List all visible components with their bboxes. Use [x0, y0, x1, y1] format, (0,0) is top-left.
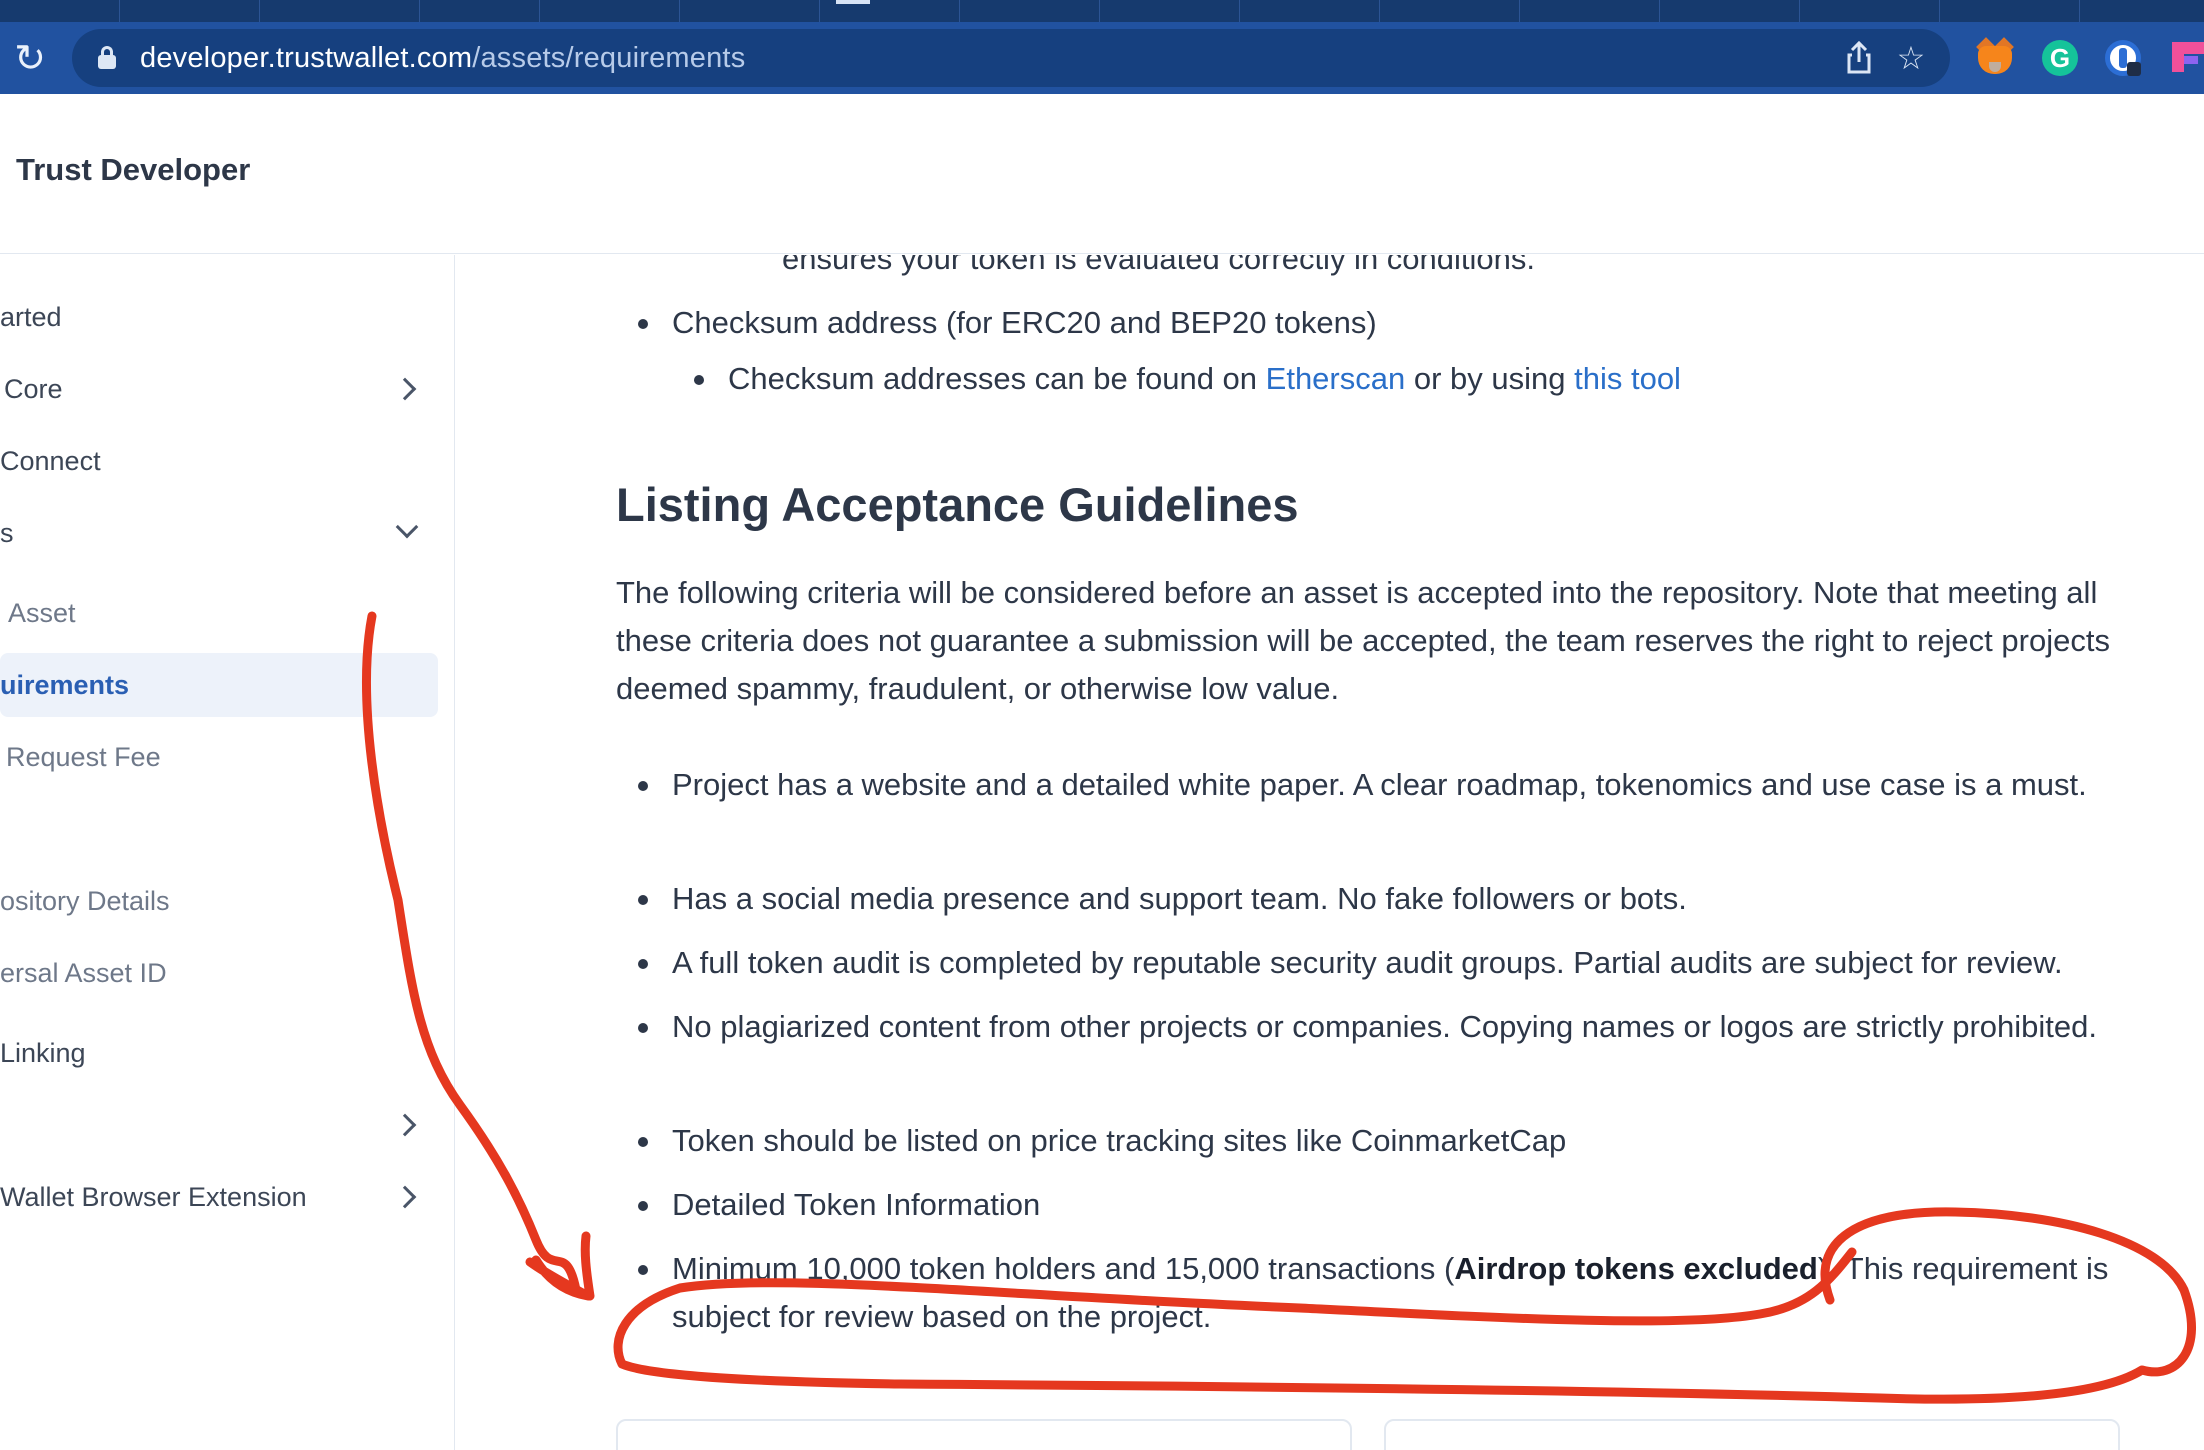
browser-tab[interactable] — [1100, 0, 1240, 22]
list-item-text: A full token audit is completed by reput… — [672, 945, 2063, 980]
metamask-extension-icon[interactable] — [1975, 37, 2015, 78]
sidebar-item-label: uirements — [0, 670, 130, 700]
browser-tab[interactable] — [1520, 0, 1660, 22]
browser-tab[interactable] — [540, 0, 680, 22]
list-item-text: Checksum address (for ERC20 and BEP20 to… — [672, 305, 1377, 340]
nav-card-previous[interactable] — [616, 1419, 1352, 1450]
browser-tab[interactable] — [1380, 0, 1520, 22]
list-item: Token should be listed on price tracking… — [638, 1117, 2152, 1165]
list-item-text: or by using — [1405, 361, 1575, 396]
section-heading: Listing Acceptance Guidelines — [616, 478, 1299, 531]
list-item-text: No plagiarized content from other projec… — [672, 1009, 2097, 1044]
chevron-down-icon[interactable] — [394, 517, 418, 541]
sidebar-nav: arted Core Connect s Asset uirements Req… — [0, 255, 455, 1450]
browser-tab[interactable] — [960, 0, 1100, 22]
password-extension-icon[interactable] — [2103, 38, 2143, 78]
site-title[interactable]: Trust Developer — [16, 152, 250, 188]
nav-card-next[interactable] — [1384, 1419, 2120, 1450]
list-item: Detailed Token Information — [638, 1181, 2152, 1229]
extension-icon[interactable] — [2168, 38, 2204, 78]
intro-paragraph: The following criteria will be considere… — [616, 575, 2110, 706]
url-text[interactable]: developer.trustwallet.com/assets/require… — [140, 42, 745, 74]
sidebar-item-requirements[interactable]: uirements — [0, 653, 438, 717]
airdrop-excluded-emphasis: Airdrop tokens excluded — [1454, 1251, 1818, 1286]
reload-icon[interactable]: ↻ — [10, 38, 50, 78]
chevron-right-icon[interactable] — [394, 1185, 418, 1209]
sidebar-item-label: ository Details — [0, 886, 170, 916]
sidebar-item-new-asset[interactable]: Asset — [0, 591, 440, 635]
sidebar-item-label: Connect — [0, 446, 101, 476]
site-header: Trust Developer — [0, 94, 2204, 254]
list-item-text: Token should be listed on price tracking… — [672, 1123, 1567, 1158]
browser-tab[interactable] — [0, 0, 120, 22]
sidebar-item-label: Asset — [8, 598, 76, 628]
list-item-text: Checksum addresses can be found on — [728, 361, 1266, 396]
chevron-right-icon[interactable] — [394, 377, 418, 401]
list-item-token-holders: Minimum 10,000 token holders and 15,000 … — [638, 1245, 2192, 1341]
list-item-text: Minimum 10,000 token holders and 15,000 … — [672, 1251, 1455, 1286]
sidebar-item-faq[interactable] — [0, 807, 440, 851]
browser-tab[interactable] — [1800, 0, 1940, 22]
browser-tab-strip — [0, 0, 2204, 22]
url-path: /assets/requirements — [472, 42, 746, 74]
sidebar-item-label: ersal Asset ID — [0, 958, 167, 988]
list-item: A full token audit is completed by reput… — [638, 939, 2204, 987]
sidebar-item-assets[interactable]: s — [0, 511, 440, 555]
lock-icon[interactable] — [98, 46, 116, 69]
this-tool-link[interactable]: this tool — [1574, 361, 1681, 396]
sidebar-item-getting-started[interactable]: arted — [0, 295, 440, 339]
sidebar-item-label: Linking — [0, 1038, 86, 1068]
browser-tab[interactable] — [420, 0, 540, 22]
etherscan-link[interactable]: Etherscan — [1266, 361, 1406, 396]
sidebar-item-universal-asset-id[interactable]: ersal Asset ID — [0, 951, 440, 995]
list-item-checksum: Checksum address (for ERC20 and BEP20 to… — [638, 299, 1377, 347]
url-host: developer.trustwallet.com — [140, 42, 473, 74]
sidebar-item-repository-details[interactable]: ository Details — [0, 879, 440, 923]
sidebar-item-connect[interactable]: Connect — [0, 439, 440, 483]
browser-tab[interactable] — [1660, 0, 1800, 22]
address-bar[interactable]: developer.trustwallet.com/assets/require… — [72, 29, 1950, 87]
sidebar-item-deep-linking[interactable]: Linking — [0, 1031, 440, 1075]
list-item: Project has a website and a detailed whi… — [638, 761, 2172, 809]
sidebar-item-label: arted — [0, 302, 62, 332]
list-item-text: Has a social media presence and support … — [672, 881, 1687, 916]
chevron-right-icon[interactable] — [394, 1113, 418, 1137]
tab-favicon-icon — [836, 0, 870, 4]
list-item-text: Detailed Token Information — [672, 1187, 1041, 1222]
list-item: Has a social media presence and support … — [638, 875, 2204, 923]
sidebar-item-core[interactable]: Core — [0, 367, 440, 411]
sidebar-item-browser-extension[interactable]: Wallet Browser Extension — [0, 1175, 440, 1219]
list-item-checksum-sub: Checksum addresses can be found on Ether… — [694, 355, 1681, 403]
list-item-text: Project has a website and a detailed whi… — [672, 767, 2087, 802]
browser-tab[interactable] — [1940, 0, 2080, 22]
bookmark-star-icon[interactable]: ☆ — [1892, 39, 1930, 77]
main-content: ensures your token is evaluated correctl… — [456, 255, 2204, 1450]
sidebar-item-collapsed-section[interactable] — [0, 1103, 440, 1147]
browser-tab[interactable] — [260, 0, 420, 22]
browser-tab[interactable] — [1240, 0, 1380, 22]
partially-scrolled-text: ensures your token is evaluated correctl… — [782, 255, 1536, 276]
sidebar-item-pull-request-fee[interactable]: Request Fee — [0, 735, 440, 779]
browser-tab[interactable] — [680, 0, 820, 22]
sidebar-item-label: Request Fee — [6, 742, 161, 772]
sidebar-item-label: Wallet Browser Extension — [0, 1182, 307, 1212]
sidebar-item-label: s — [0, 518, 14, 548]
list-item: No plagiarized content from other projec… — [638, 1003, 2152, 1051]
browser-tab[interactable] — [120, 0, 260, 22]
share-icon[interactable] — [1840, 39, 1878, 77]
grammarly-extension-icon[interactable]: G — [2040, 38, 2080, 78]
browser-toolbar: ↻ developer.trustwallet.com/assets/requi… — [0, 22, 2204, 94]
sidebar-item-label: Core — [4, 374, 63, 404]
